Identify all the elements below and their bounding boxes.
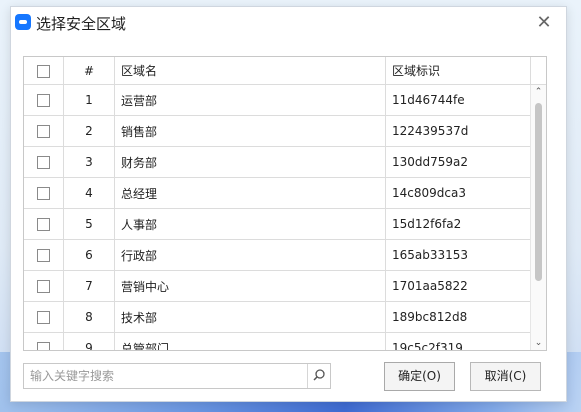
row-zone-id: 189bc812d8 [385,301,540,333]
vertical-scrollbar[interactable]: ⌃ ⌄ [530,85,546,350]
row-checkbox[interactable] [37,218,50,231]
row-checkbox[interactable] [37,249,50,262]
table-row[interactable]: 3 财务部 130dd759a2 [24,146,540,178]
row-zone-name: 人事部 [114,208,386,240]
table-row[interactable]: 6 行政部 165ab33153 [24,239,540,271]
table-row[interactable]: 4 总经理 14c809dca3 [24,177,540,209]
select-zone-dialog: 选择安全区域 ✕ # 区域名 区域标识 1 运营部 11d46744fe 2 销售部 12… [10,6,567,402]
select-all-checkbox[interactable] [37,64,50,78]
row-index: 4 [63,177,115,209]
row-index: 2 [63,115,115,147]
chevron-down-icon[interactable]: ⌄ [531,336,546,350]
row-select-cell [24,270,64,302]
row-zone-name: 营销中心 [114,270,386,302]
row-index: 1 [63,84,115,116]
table-header-row: # 区域名 区域标识 [24,57,540,85]
row-zone-name: 总经理 [114,177,386,209]
table-body: 1 运营部 11d46744fe 2 销售部 122439537d 3 财务部 130dd759… [24,84,540,350]
table-row[interactable]: 5 人事部 15d12f6fa2 [24,208,540,240]
row-zone-id: 15d12f6fa2 [385,208,540,240]
row-checkbox[interactable] [37,342,50,350]
row-select-cell [24,84,64,116]
table-row[interactable]: 1 运营部 11d46744fe [24,84,540,116]
row-checkbox[interactable] [37,187,50,200]
search-icon[interactable] [307,364,330,388]
table-row[interactable]: 2 销售部 122439537d [24,115,540,147]
row-select-cell [24,208,64,240]
index-header[interactable]: # [63,57,115,85]
select-all-header [24,57,64,85]
dialog-title: 选择安全区域 [36,15,127,33]
row-index: 3 [63,146,115,178]
row-checkbox[interactable] [37,311,50,324]
row-select-cell [24,146,64,178]
row-checkbox[interactable] [37,156,50,169]
row-select-cell [24,115,64,147]
search-box [23,363,331,389]
close-icon[interactable]: ✕ [532,11,556,35]
zone-table: # 区域名 区域标识 1 运营部 11d46744fe 2 销售部 122439537d 3… [23,56,547,351]
scrollbar-thumb[interactable] [535,103,542,281]
row-zone-name: 技术部 [114,301,386,333]
row-index: 9 [63,332,115,350]
cancel-button[interactable]: 取消(C) [470,362,541,391]
row-index: 8 [63,301,115,333]
chevron-up-icon[interactable]: ⌃ [531,85,546,99]
app-logo-icon [15,14,31,30]
row-zone-id: 122439537d [385,115,540,147]
zone-id-header[interactable]: 区域标识 [385,57,540,85]
row-index: 6 [63,239,115,271]
row-zone-name: 运营部 [114,84,386,116]
row-select-cell [24,332,64,350]
row-zone-id: 130dd759a2 [385,146,540,178]
row-zone-id: 165ab33153 [385,239,540,271]
table-row[interactable]: 9 总管部门 19c5c2f319 [24,332,540,350]
row-zone-id: 1701aa5822 [385,270,540,302]
row-select-cell [24,177,64,209]
row-checkbox[interactable] [37,94,50,107]
row-zone-id: 11d46744fe [385,84,540,116]
row-zone-id: 19c5c2f319 [385,332,540,350]
zone-name-header[interactable]: 区域名 [114,57,386,85]
row-zone-id: 14c809dca3 [385,177,540,209]
search-input[interactable] [24,364,304,388]
row-zone-name: 财务部 [114,146,386,178]
dialog-titlebar: 选择安全区域 ✕ [11,7,566,39]
ok-button[interactable]: 确定(O) [384,362,455,391]
table-row[interactable]: 7 营销中心 1701aa5822 [24,270,540,302]
row-zone-name: 行政部 [114,239,386,271]
row-index: 5 [63,208,115,240]
row-checkbox[interactable] [37,125,50,138]
row-zone-name: 总管部门 [114,332,386,350]
row-zone-name: 销售部 [114,115,386,147]
zone-table-grid: # 区域名 区域标识 1 运营部 11d46744fe 2 销售部 122439537d 3… [24,57,540,350]
header-filler [530,57,546,85]
row-index: 7 [63,270,115,302]
table-row[interactable]: 8 技术部 189bc812d8 [24,301,540,333]
row-select-cell [24,239,64,271]
row-checkbox[interactable] [37,280,50,293]
row-select-cell [24,301,64,333]
